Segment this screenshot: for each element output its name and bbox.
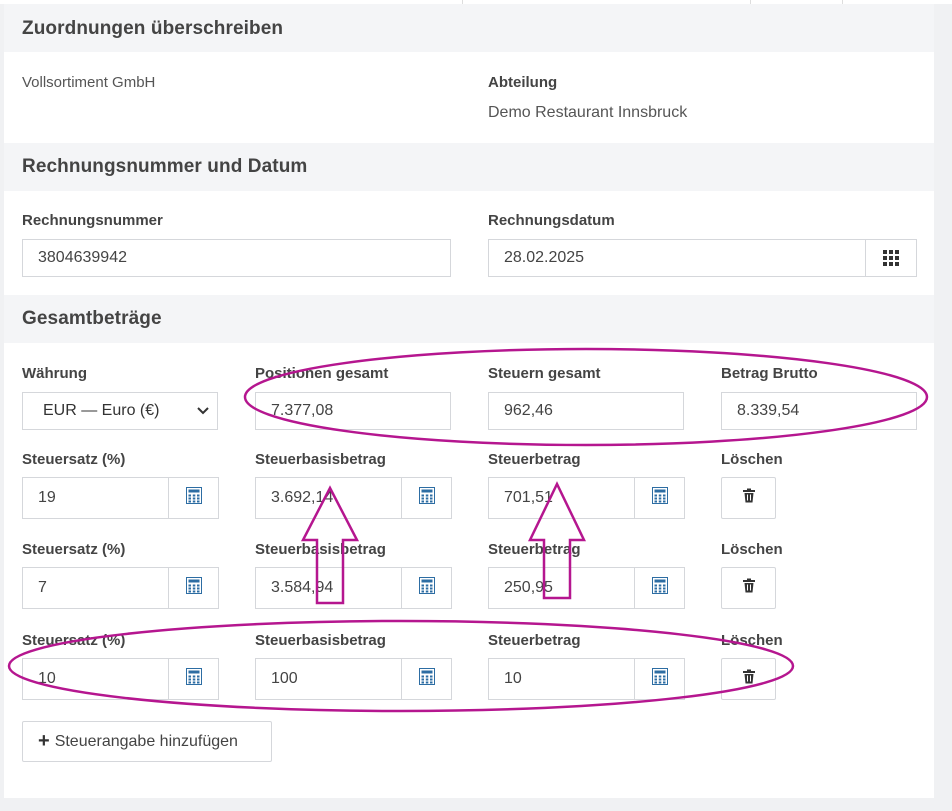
delete-tax-button[interactable] [721,567,776,609]
section-header-invoice: Rechnungsnummer und Datum [4,143,934,191]
department-value: Demo Restaurant Innsbruck [488,104,688,121]
delete-label: Löschen [721,451,783,468]
positions-total-input[interactable]: 7.377,08 [255,392,451,430]
calculator-icon [185,487,202,509]
tax-amount-label: Steuerbetrag [488,541,581,558]
tax-rate-label: Steuersatz (%) [22,541,126,558]
delete-tax-button[interactable] [721,658,776,700]
calculator-button[interactable] [402,477,452,519]
delete-label: Löschen [721,632,783,649]
invoice-number-label: Rechnungsnummer [22,212,163,229]
tax-base-label: Steuerbasisbetrag [255,541,386,558]
section-title: Gesamtbeträge [22,308,162,329]
calculator-icon [651,487,668,509]
section-header-assignments: Zuordnungen überschreiben [4,4,934,52]
calculator-icon [651,577,668,599]
delete-tax-button[interactable] [721,477,776,519]
calculator-button[interactable] [635,477,685,519]
department-label: Abteilung [488,74,558,91]
tax-amount-input[interactable]: 10 [488,658,635,700]
add-tax-label: Steuerangabe hinzufügen [54,732,238,750]
calculator-button[interactable] [169,477,219,519]
calculator-button[interactable] [635,567,685,609]
tax-base-input[interactable]: 3.692,14 [255,477,402,519]
tax-base-input[interactable]: 100 [255,658,402,700]
invoice-date-label: Rechnungsdatum [488,212,615,229]
positions-total-label: Positionen gesamt [255,365,389,382]
calculator-icon [418,487,435,509]
tax-amount-label: Steuerbetrag [488,632,581,649]
calendar-grid-icon [883,250,899,266]
calculator-icon [185,577,202,599]
section-title: Rechnungsnummer und Datum [22,156,308,177]
calculator-button[interactable] [402,658,452,700]
taxes-total-label: Steuern gesamt [488,365,601,382]
section-title: Zuordnungen überschreiben [22,18,284,39]
tax-base-label: Steuerbasisbetrag [255,451,386,468]
section-header-totals: Gesamtbeträge [4,295,934,343]
calculator-icon [651,668,668,690]
trash-icon [742,669,756,689]
tax-amount-input[interactable]: 701,51 [488,477,635,519]
tax-base-label: Steuerbasisbetrag [255,632,386,649]
tax-rate-label: Steuersatz (%) [22,451,126,468]
tax-amount-label: Steuerbetrag [488,451,581,468]
company-name: Vollsortiment GmbH [22,74,156,91]
gross-amount-input[interactable]: 8.339,54 [721,392,917,430]
calculator-button[interactable] [635,658,685,700]
plus-icon: + [38,730,50,752]
currency-value: EUR — Euro (€) [43,402,160,419]
taxes-total-input[interactable]: 962,46 [488,392,684,430]
calculator-icon [418,668,435,690]
gross-amount-label: Betrag Brutto [721,365,818,382]
calculator-button[interactable] [169,567,219,609]
tax-rate-label: Steuersatz (%) [22,632,126,649]
invoice-date-input[interactable]: 28.02.2025 [488,239,866,277]
trash-icon [742,578,756,598]
tax-rate-input[interactable]: 7 [22,567,169,609]
currency-label: Währung [22,365,87,382]
delete-label: Löschen [721,541,783,558]
calculator-icon [418,577,435,599]
currency-select[interactable]: EUR — Euro (€) [22,392,218,430]
tax-rate-input[interactable]: 19 [22,477,169,519]
invoice-number-input[interactable]: 3804639942 [22,239,451,277]
tax-base-input[interactable]: 3.584,94 [255,567,402,609]
tax-amount-input[interactable]: 250,95 [488,567,635,609]
tax-rate-input[interactable]: 10 [22,658,169,700]
calculator-button[interactable] [402,567,452,609]
calculator-icon [185,668,202,690]
date-picker-button[interactable] [865,239,917,277]
add-tax-button[interactable]: + Steuerangabe hinzufügen [22,721,272,762]
calculator-button[interactable] [169,658,219,700]
trash-icon [742,488,756,508]
chevron-down-icon [197,393,209,442]
